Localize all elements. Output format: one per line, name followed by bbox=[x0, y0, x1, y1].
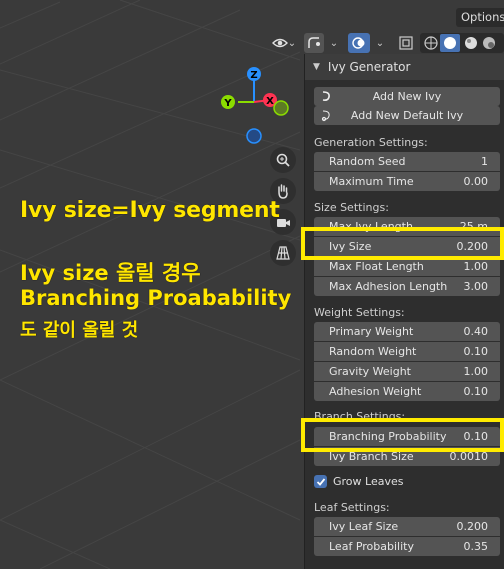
field-label: Random Weight bbox=[329, 345, 417, 358]
add-new-ivy-label: Add New Ivy bbox=[372, 90, 442, 103]
add-new-default-ivy-label: Add New Default Ivy bbox=[350, 109, 464, 122]
field-value: 1 bbox=[481, 155, 488, 168]
panel-title: Ivy Generator bbox=[327, 60, 411, 74]
ivy-outline-icon bbox=[320, 108, 332, 125]
grow-leaves-checkbox[interactable]: Grow Leaves bbox=[314, 475, 403, 488]
field-label: Gravity Weight bbox=[329, 365, 411, 378]
weight-settings-label: Weight Settings: bbox=[314, 306, 405, 319]
field-label: Max Float Length bbox=[329, 260, 424, 273]
collapse-triangle-icon: ▼ bbox=[313, 62, 320, 72]
perspective-toggle-button[interactable] bbox=[270, 240, 296, 266]
branching-probability-highlight bbox=[301, 418, 504, 452]
maximum-time-field[interactable]: Maximum Time 0.00 bbox=[314, 172, 500, 191]
shading-mode-group bbox=[420, 33, 504, 53]
gravity-weight-field[interactable]: Gravity Weight 1.00 bbox=[314, 362, 500, 381]
field-value: 3.00 bbox=[463, 280, 489, 293]
field-label: Leaf Probability bbox=[329, 540, 414, 553]
adhesion-weight-field[interactable]: Adhesion Weight 0.10 bbox=[314, 382, 500, 401]
hand-icon bbox=[278, 184, 288, 199]
visibility-dropdown[interactable]: ⌄ bbox=[268, 33, 300, 53]
add-new-default-ivy-button[interactable]: Add New Default Ivy bbox=[314, 106, 500, 125]
zoom-icon bbox=[276, 153, 290, 167]
chevron-down-icon: ⌄ bbox=[375, 37, 385, 49]
ivy-generator-panel-header[interactable]: ▼ Ivy Generator bbox=[305, 54, 504, 80]
field-value: 0.40 bbox=[463, 325, 489, 338]
random-seed-field[interactable]: Random Seed 1 bbox=[314, 152, 500, 171]
field-value: 0.200 bbox=[456, 520, 489, 533]
y-axis-label: Y bbox=[223, 98, 232, 109]
primary-weight-field[interactable]: Primary Weight 0.40 bbox=[314, 322, 500, 341]
gizmo-dropdown[interactable]: ⌄ bbox=[325, 33, 343, 53]
annotation-line-4: 도 같이 올릴 것 bbox=[20, 320, 139, 341]
field-label: Primary Weight bbox=[329, 325, 414, 338]
ivy-leaf-size-field[interactable]: Ivy Leaf Size 0.200 bbox=[314, 517, 500, 536]
xray-toggle[interactable] bbox=[396, 33, 416, 53]
ivy-icon bbox=[320, 89, 332, 106]
eye-icon bbox=[271, 38, 288, 48]
navigation-gizmo[interactable]: Z X Y bbox=[212, 62, 296, 146]
grow-leaves-label: Grow Leaves bbox=[333, 475, 404, 488]
overlay-dropdown[interactable]: ⌄ bbox=[371, 33, 389, 53]
options-button[interactable]: Options bbox=[456, 8, 504, 27]
z-axis-label: Z bbox=[250, 70, 257, 81]
leaf-settings-label: Leaf Settings: bbox=[314, 501, 390, 514]
xray-icon bbox=[399, 36, 413, 50]
overlay-toggle[interactable] bbox=[348, 33, 370, 53]
axis-gizmo-icon: Z X Y bbox=[221, 67, 289, 144]
zoom-button[interactable] bbox=[270, 147, 296, 173]
checkmark-icon bbox=[314, 475, 327, 488]
add-new-ivy-button[interactable]: Add New Ivy bbox=[314, 87, 500, 106]
field-value: 0.00 bbox=[463, 175, 489, 188]
random-weight-field[interactable]: Random Weight 0.10 bbox=[314, 342, 500, 361]
ivy-size-highlight bbox=[301, 227, 504, 260]
gizmo-icon bbox=[308, 37, 320, 48]
chevron-down-icon: ⌄ bbox=[329, 37, 339, 49]
field-label: Adhesion Weight bbox=[329, 385, 422, 398]
field-value: 0.10 bbox=[463, 385, 489, 398]
annotation-line-3: Branching Proabability bbox=[20, 286, 292, 310]
viewport-header: Options ⌄ ⌄ ⌄ bbox=[0, 0, 504, 53]
annotation-line-1: Ivy size=Ivy segment bbox=[20, 198, 280, 223]
field-value: 0.10 bbox=[463, 345, 489, 358]
field-label: Maximum Time bbox=[329, 175, 414, 188]
field-value: 0.35 bbox=[463, 540, 489, 553]
chevron-down-icon: ⌄ bbox=[287, 37, 297, 49]
field-value: 1.00 bbox=[463, 260, 489, 273]
field-value: 1.00 bbox=[463, 365, 489, 378]
size-settings-label: Size Settings: bbox=[314, 201, 389, 214]
max-adhesion-length-field[interactable]: Max Adhesion Length 3.00 bbox=[314, 277, 500, 296]
gizmo-toggle[interactable] bbox=[304, 33, 324, 53]
grid-perspective-icon bbox=[276, 246, 290, 260]
field-label: Ivy Leaf Size bbox=[329, 520, 399, 533]
shading-icons bbox=[424, 34, 495, 52]
x-axis-label: X bbox=[266, 96, 274, 107]
overlay-icon bbox=[352, 37, 365, 49]
field-label: Max Adhesion Length bbox=[329, 280, 448, 293]
annotation-line-2: Ivy size 올릴 경우 bbox=[20, 261, 201, 285]
field-label: Random Seed bbox=[329, 155, 406, 168]
sidebar-panel: ▼ Ivy Generator Add New Ivy Add New Defa… bbox=[304, 54, 504, 569]
generation-settings-label: Generation Settings: bbox=[314, 136, 428, 149]
leaf-probability-field[interactable]: Leaf Probability 0.35 bbox=[314, 537, 500, 556]
